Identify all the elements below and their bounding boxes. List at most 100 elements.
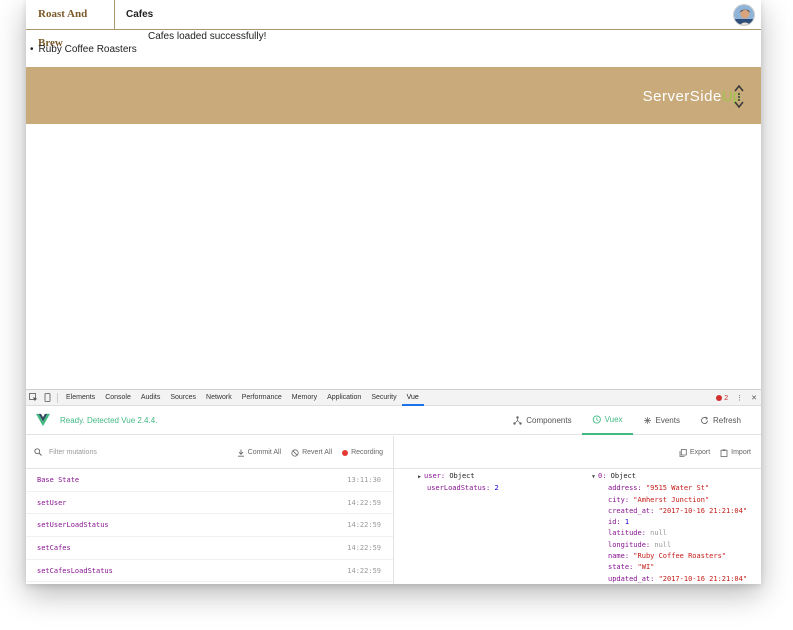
tab-audits[interactable]: Audits bbox=[136, 390, 165, 406]
vue-devtools-header: Ready. Detected Vue 2.4.4. Components Vu… bbox=[26, 406, 761, 435]
cafe-list: Ruby Coffee Roasters bbox=[30, 44, 137, 55]
state-user-load-status[interactable]: userLoadStatus: 2 bbox=[418, 483, 499, 494]
collapse-triangle-icon[interactable]: ▼ bbox=[592, 474, 595, 480]
vue-tab-vuex[interactable]: Vuex bbox=[581, 406, 633, 435]
vue-tab-events[interactable]: Events bbox=[633, 406, 690, 435]
state-pane: Export Import ▶ user: Object userLoadStat… bbox=[394, 436, 761, 584]
nav-link-cafes[interactable]: Cafes bbox=[126, 0, 153, 29]
mutation-name: setCafesLoadStatus bbox=[37, 566, 113, 575]
mutation-time: 14:22:59 bbox=[347, 566, 381, 575]
state-user[interactable]: ▶ user: Object bbox=[418, 471, 499, 483]
state-field[interactable]: latitude: null bbox=[592, 528, 747, 539]
footer-banner: ServerSide Up bbox=[26, 67, 761, 124]
inspect-element-icon[interactable] bbox=[26, 390, 40, 406]
block-icon bbox=[291, 448, 299, 457]
state-field-key: longitude: bbox=[608, 540, 651, 549]
vue-refresh-label: Refresh bbox=[712, 416, 741, 425]
tab-vue[interactable]: Vue bbox=[401, 390, 424, 406]
vue-tab-components[interactable]: Components bbox=[503, 406, 581, 435]
state-field[interactable]: name: "Ruby Coffee Roasters" bbox=[592, 551, 747, 562]
state-field-value: null bbox=[654, 540, 672, 549]
state-field[interactable]: created_at: "2017-10-16 21:21:04" bbox=[592, 506, 747, 517]
state-field-key: city: bbox=[608, 495, 630, 504]
logo-text: ServerSide bbox=[642, 87, 722, 105]
tab-memory[interactable]: Memory bbox=[287, 390, 322, 406]
commit-all-label: Commit All bbox=[247, 449, 282, 456]
tab-elements[interactable]: Elements bbox=[61, 390, 100, 406]
vue-refresh-button[interactable]: Refresh bbox=[690, 406, 751, 435]
close-icon[interactable]: ✕ bbox=[751, 394, 757, 402]
success-notification: Cafes loaded successfully! bbox=[148, 31, 267, 42]
state-actions: Export Import bbox=[679, 436, 751, 469]
state-field-key: state: bbox=[608, 563, 634, 572]
revert-all-button[interactable]: Revert All bbox=[291, 448, 332, 457]
state-field-key: name: bbox=[608, 552, 630, 561]
app-header: Roast And Brew Cafes bbox=[26, 0, 761, 49]
state-field-value: "2017-10-16 21:21:04" bbox=[658, 574, 748, 583]
cafe-object-state: ▼ 0: Object address: "9515 Water St" city:… bbox=[592, 471, 747, 584]
vue-devtools-nav: Components Vuex Events Refresh bbox=[503, 406, 751, 435]
commit-all-button[interactable]: Commit All bbox=[237, 449, 281, 457]
tab-security[interactable]: Security bbox=[366, 390, 401, 406]
state-field[interactable]: id: 1 bbox=[592, 517, 747, 528]
state-toolbar: Export Import bbox=[394, 436, 761, 469]
cafe-fields: address: "9515 Water St" city: "Amherst J… bbox=[592, 483, 747, 584]
state-field-value: "9515 Water St" bbox=[645, 484, 710, 493]
brand-logo[interactable]: Roast And Brew bbox=[26, 0, 115, 49]
serversideup-logo[interactable]: ServerSide Up bbox=[643, 83, 745, 109]
filter-mutations[interactable]: Filter mutations bbox=[34, 448, 97, 456]
mutation-row[interactable]: setUserLoadStatus 14:22:59 bbox=[26, 514, 393, 538]
mutation-row[interactable]: setCafes 14:22:59 bbox=[26, 537, 393, 560]
import-button[interactable]: Import bbox=[720, 448, 751, 457]
tab-divider bbox=[57, 392, 58, 403]
state-field[interactable]: address: "9515 Water St" bbox=[592, 483, 747, 494]
clipboard-icon bbox=[720, 448, 728, 457]
state-cafe-item[interactable]: ▼ 0: Object bbox=[592, 471, 747, 483]
mutation-row[interactable]: setCafesLoadStatus 14:22:59 bbox=[26, 560, 393, 583]
state-field-value: "WI" bbox=[637, 563, 655, 572]
record-icon bbox=[342, 449, 349, 456]
tab-sources[interactable]: Sources bbox=[165, 390, 201, 406]
mutation-row[interactable]: Base State 13:11:30 bbox=[26, 469, 393, 492]
device-toolbar-icon[interactable] bbox=[40, 390, 54, 406]
vue-tab-vuex-label: Vuex bbox=[604, 415, 623, 424]
state-field-value: "Ruby Coffee Roasters" bbox=[633, 552, 727, 561]
devtools-panel: Elements Console Audits Sources Network … bbox=[26, 389, 761, 584]
state-field-key: address: bbox=[608, 484, 642, 493]
tab-performance[interactable]: Performance bbox=[237, 390, 287, 406]
components-icon bbox=[513, 416, 522, 425]
export-label: Export bbox=[689, 449, 711, 456]
root-state: ▶ user: Object userLoadStatus: 2 bbox=[418, 471, 499, 495]
recording-toggle[interactable]: Recording bbox=[342, 449, 383, 456]
up-down-arrows-icon bbox=[734, 84, 744, 109]
mutation-time: 14:22:59 bbox=[347, 543, 381, 552]
cafe-list-item[interactable]: Ruby Coffee Roasters bbox=[30, 44, 137, 55]
vue-logo-icon bbox=[36, 413, 50, 427]
user-avatar[interactable] bbox=[733, 4, 755, 26]
mutation-list: Base State 13:11:30 setUser 14:22:59 set… bbox=[26, 469, 393, 583]
state-field[interactable]: longitude: null bbox=[592, 540, 747, 551]
filter-mutations-placeholder: Filter mutations bbox=[49, 448, 97, 456]
more-options-icon[interactable]: ⋮ bbox=[736, 394, 743, 402]
search-icon bbox=[34, 448, 42, 456]
error-icon bbox=[716, 395, 723, 401]
vue-tab-events-label: Events bbox=[655, 416, 680, 425]
state-field[interactable]: state: "WI" bbox=[592, 562, 747, 573]
state-field[interactable]: city: "Amherst Junction" bbox=[592, 495, 747, 506]
state-field-value: 1 bbox=[624, 518, 630, 527]
tab-console[interactable]: Console bbox=[100, 390, 136, 406]
mutations-pane: Filter mutations Commit All Revert All R… bbox=[26, 436, 394, 584]
export-button[interactable]: Export bbox=[679, 448, 711, 457]
state-field[interactable]: updated_at: "2017-10-16 21:21:04" bbox=[592, 574, 747, 584]
vuex-panes: Filter mutations Commit All Revert All R… bbox=[26, 436, 761, 584]
tab-application[interactable]: Application bbox=[322, 390, 366, 406]
events-icon bbox=[643, 417, 651, 424]
vue-tab-components-label: Components bbox=[526, 416, 572, 425]
error-count-badge[interactable]: 2 bbox=[716, 395, 728, 402]
history-icon bbox=[592, 415, 601, 424]
mutation-row[interactable]: setUser 14:22:59 bbox=[26, 492, 393, 515]
devtools-right-controls: 2 ⋮ ✕ bbox=[716, 390, 757, 406]
tab-network[interactable]: Network bbox=[201, 390, 237, 406]
vue-ready-status: Ready. Detected Vue 2.4.4. bbox=[60, 415, 158, 425]
expand-triangle-icon[interactable]: ▶ bbox=[418, 474, 421, 480]
